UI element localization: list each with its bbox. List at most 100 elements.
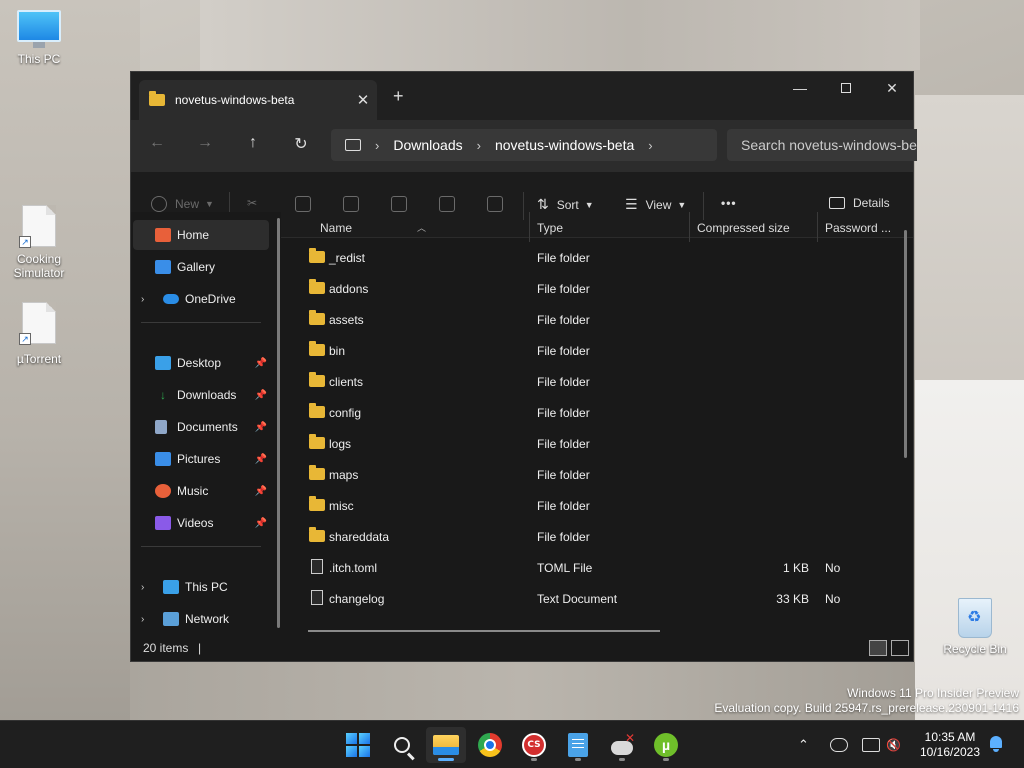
- desktop-icon-recycle-bin[interactable]: Recycle Bin: [942, 598, 1008, 656]
- new-button[interactable]: New ▼: [151, 196, 214, 212]
- sidebar-scrollbar[interactable]: [277, 218, 280, 628]
- breadcrumb-separator[interactable]: ›: [477, 138, 481, 153]
- pin-icon[interactable]: 📌: [255, 358, 267, 369]
- sidebar-item-documents[interactable]: Documents 📌: [133, 412, 269, 442]
- file-name: bin: [329, 344, 346, 358]
- chevron-right-icon[interactable]: ›: [141, 614, 155, 625]
- close-window-button[interactable]: ✕: [869, 72, 915, 104]
- large-icons-view-toggle[interactable]: [891, 640, 909, 656]
- vertical-scrollbar[interactable]: [904, 230, 907, 458]
- desktop-icon-this-pc[interactable]: This PC: [3, 10, 75, 66]
- more-options-button[interactable]: •••: [721, 196, 737, 210]
- pin-icon[interactable]: 📌: [255, 422, 267, 433]
- forward-button[interactable]: →: [191, 134, 219, 158]
- folder-icon: [309, 310, 325, 325]
- pin-icon[interactable]: 📌: [255, 486, 267, 497]
- breadcrumb-separator[interactable]: ›: [375, 138, 379, 153]
- maximize-button[interactable]: [823, 72, 869, 104]
- sidebar-item-this-pc[interactable]: › This PC: [133, 572, 269, 602]
- share-icon: [439, 196, 455, 212]
- file-row[interactable]: bin File folder: [289, 335, 913, 366]
- file-row[interactable]: addons File folder: [289, 273, 913, 304]
- start-button[interactable]: [338, 727, 378, 763]
- sidebar-item-onedrive[interactable]: › OneDrive: [133, 284, 269, 314]
- delete-button[interactable]: [487, 196, 511, 212]
- horizontal-scrollbar[interactable]: [308, 630, 660, 632]
- sidebar-item-gallery[interactable]: Gallery: [133, 252, 269, 282]
- desktop-icon-utorrent[interactable]: ↗ µTorrent: [3, 302, 75, 366]
- volume-tray-button[interactable]: 🔇: [886, 721, 901, 768]
- view-button[interactable]: ☰ View ▼: [625, 196, 686, 213]
- file-row[interactable]: clients File folder: [289, 366, 913, 397]
- column-header-password[interactable]: Password ...: [825, 221, 891, 235]
- close-tab-icon[interactable]: ✕: [349, 91, 377, 109]
- file-row[interactable]: .itch.toml TOML File 1 KB No: [289, 552, 913, 583]
- chevron-right-icon[interactable]: ›: [141, 582, 155, 593]
- taskbar-file-explorer[interactable]: [426, 727, 466, 763]
- pin-icon[interactable]: 📌: [255, 518, 267, 529]
- sidebar-item-pictures[interactable]: Pictures 📌: [133, 444, 269, 474]
- copy-button[interactable]: [295, 196, 319, 212]
- system-clock[interactable]: 10:35 AM 10/16/2023: [914, 730, 986, 760]
- taskbar-chrome[interactable]: [470, 727, 510, 763]
- file-row[interactable]: config File folder: [289, 397, 913, 428]
- column-divider[interactable]: [529, 212, 530, 242]
- onedrive-tray-button[interactable]: [830, 721, 848, 768]
- gallery-icon: [155, 260, 171, 274]
- taskbar-utorrent[interactable]: µ: [646, 727, 686, 763]
- details-view-toggle[interactable]: [869, 640, 887, 656]
- back-button[interactable]: ←: [143, 134, 171, 158]
- details-pane-button[interactable]: Details: [829, 196, 890, 210]
- taskbar-notepad[interactable]: [558, 727, 598, 763]
- column-divider[interactable]: [817, 212, 818, 242]
- network-tray-button[interactable]: [862, 721, 880, 768]
- chevron-right-icon[interactable]: ›: [141, 294, 155, 305]
- column-header-name[interactable]: Name: [320, 221, 352, 235]
- file-row[interactable]: logs File folder: [289, 428, 913, 459]
- file-type: File folder: [537, 251, 590, 265]
- this-pc-icon: [345, 139, 361, 151]
- breadcrumb-downloads[interactable]: Downloads: [393, 137, 462, 153]
- sidebar-item-music[interactable]: Music 📌: [133, 476, 269, 506]
- paste-button[interactable]: [343, 196, 367, 212]
- file-row[interactable]: _redist File folder: [289, 242, 913, 273]
- file-row[interactable]: misc File folder: [289, 490, 913, 521]
- column-header-type[interactable]: Type: [537, 221, 563, 235]
- minimize-button[interactable]: —: [777, 72, 823, 104]
- file-row[interactable]: maps File folder: [289, 459, 913, 490]
- desktop-icon-cooking-simulator[interactable]: ↗ Cooking Simulator: [3, 205, 75, 280]
- pin-icon[interactable]: 📌: [255, 454, 267, 465]
- file-row[interactable]: shareddata File folder: [289, 521, 913, 552]
- pin-icon[interactable]: 📌: [255, 390, 267, 401]
- file-row[interactable]: changelog Text Document 33 KB No: [289, 583, 913, 614]
- taskbar-cs[interactable]: CS: [514, 727, 554, 763]
- sort-button[interactable]: ⇅ Sort ▼: [537, 196, 594, 213]
- cut-button[interactable]: ✂: [247, 196, 271, 212]
- sidebar-item-network[interactable]: › Network: [133, 604, 269, 634]
- breadcrumb-separator[interactable]: ›: [648, 138, 652, 153]
- taskbar-search-button[interactable]: [382, 727, 422, 763]
- breadcrumb-novetus-windows-beta[interactable]: novetus-windows-beta: [495, 137, 634, 153]
- taskbar-game[interactable]: [602, 727, 642, 763]
- address-bar[interactable]: › Downloads › novetus-windows-beta ›: [331, 129, 717, 161]
- share-button[interactable]: [439, 196, 463, 212]
- sidebar-item-downloads[interactable]: ↓ Downloads 📌: [133, 380, 269, 410]
- show-hidden-icons-button[interactable]: ⌃: [798, 721, 809, 768]
- new-tab-button[interactable]: +: [393, 86, 404, 107]
- sidebar-item-videos[interactable]: Videos 📌: [133, 508, 269, 538]
- status-divider: |: [198, 641, 202, 655]
- running-indicator: [575, 758, 581, 761]
- column-divider[interactable]: [689, 212, 690, 242]
- search-input[interactable]: Search novetus-windows-beta: [727, 129, 917, 161]
- file-row[interactable]: assets File folder: [289, 304, 913, 335]
- tab-novetus-windows-beta[interactable]: novetus-windows-beta ✕: [139, 80, 377, 120]
- column-header-compressed-size[interactable]: Compressed size: [697, 221, 790, 235]
- rename-button[interactable]: [391, 196, 415, 212]
- up-button[interactable]: ↑: [239, 134, 267, 158]
- folder-icon: [149, 91, 165, 106]
- notification-bell-icon[interactable]: [988, 735, 1004, 753]
- sidebar-item-desktop[interactable]: Desktop 📌: [133, 348, 269, 378]
- refresh-button[interactable]: ↻: [287, 134, 315, 158]
- file-name: logs: [329, 437, 352, 451]
- sidebar-item-home[interactable]: Home: [133, 220, 269, 250]
